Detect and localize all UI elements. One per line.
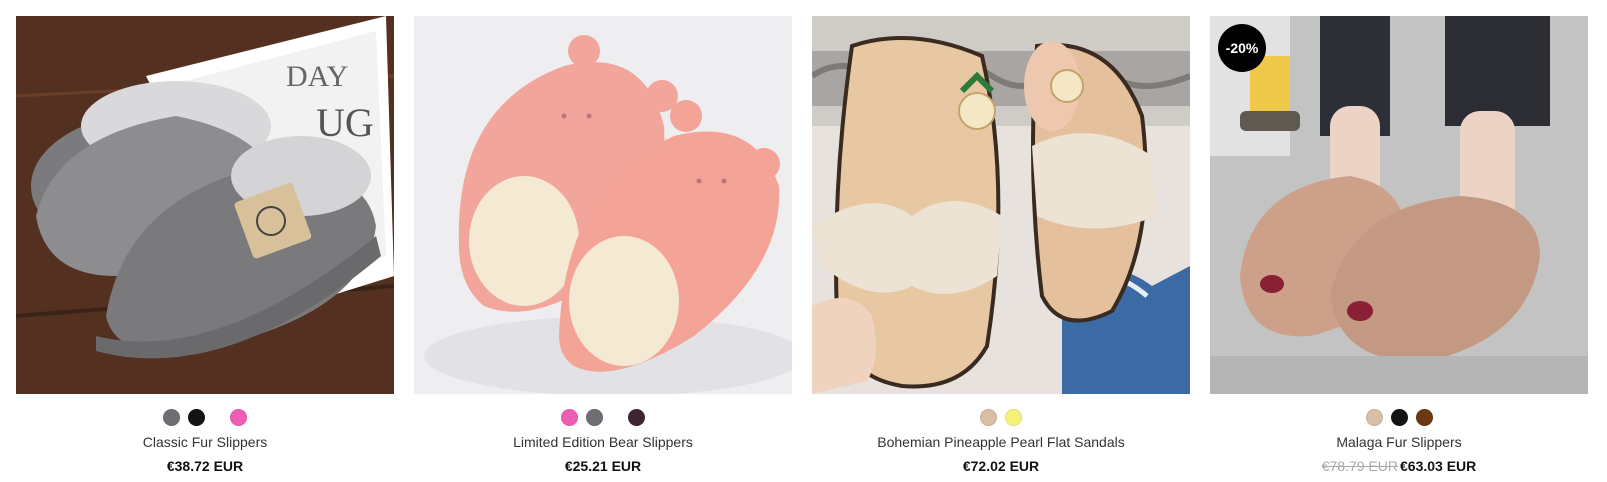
product-card: -20% Malaga Fur Slippers €78.79 EUR €63.0… bbox=[1210, 16, 1588, 474]
sale-price: €63.03 EUR bbox=[1400, 458, 1477, 474]
color-swatches bbox=[1210, 409, 1588, 426]
swatch-yellow[interactable] bbox=[1005, 409, 1022, 426]
product-title[interactable]: Limited Edition Bear Slippers bbox=[414, 434, 792, 450]
product-card: Limited Edition Bear Slippers €25.21 EUR bbox=[414, 16, 792, 474]
product-title[interactable]: Malaga Fur Slippers bbox=[1210, 434, 1588, 450]
swatch-beige[interactable] bbox=[980, 409, 997, 426]
color-swatches bbox=[414, 409, 792, 426]
product-card: Bohemian Pineapple Pearl Flat Sandals €7… bbox=[812, 16, 1190, 474]
swatch-brown[interactable] bbox=[1415, 409, 1433, 426]
product-grid: DAY UG Classic Fur Slippers €38.72 EUR L… bbox=[16, 16, 1588, 474]
swatch-gray[interactable] bbox=[163, 409, 180, 426]
product-price-group: €78.79 EUR €63.03 EUR bbox=[1210, 458, 1588, 474]
product-price: €72.02 EUR bbox=[962, 458, 1040, 474]
swatch-black[interactable] bbox=[1390, 409, 1408, 426]
swatch-plum[interactable] bbox=[628, 409, 645, 426]
color-swatches bbox=[812, 409, 1190, 426]
discount-badge: -20% bbox=[1218, 24, 1266, 72]
svg-text:DAY: DAY bbox=[286, 60, 348, 93]
product-title[interactable]: Bohemian Pineapple Pearl Flat Sandals bbox=[812, 434, 1190, 450]
product-card: DAY UG Classic Fur Slippers €38.72 EUR bbox=[16, 16, 394, 474]
product-title[interactable]: Classic Fur Slippers bbox=[16, 434, 394, 450]
svg-text:UG: UG bbox=[316, 100, 374, 145]
swatch-beige[interactable] bbox=[1365, 409, 1383, 426]
product-price: €38.72 EUR bbox=[166, 458, 244, 474]
original-price: €78.79 EUR bbox=[1321, 458, 1398, 474]
swatch-pink[interactable] bbox=[561, 409, 578, 426]
product-image-pineapple-sandals[interactable] bbox=[812, 16, 1190, 394]
product-image-bear-slippers[interactable] bbox=[414, 16, 792, 394]
product-image-malaga-fur-slippers[interactable]: -20% bbox=[1210, 16, 1588, 394]
swatch-pink[interactable] bbox=[230, 409, 247, 426]
color-swatches bbox=[16, 409, 394, 426]
swatch-black[interactable] bbox=[188, 409, 205, 426]
product-image-classic-fur-slippers[interactable]: DAY UG bbox=[16, 16, 394, 394]
swatch-gray[interactable] bbox=[586, 409, 603, 426]
product-price: €25.21 EUR bbox=[564, 458, 642, 474]
